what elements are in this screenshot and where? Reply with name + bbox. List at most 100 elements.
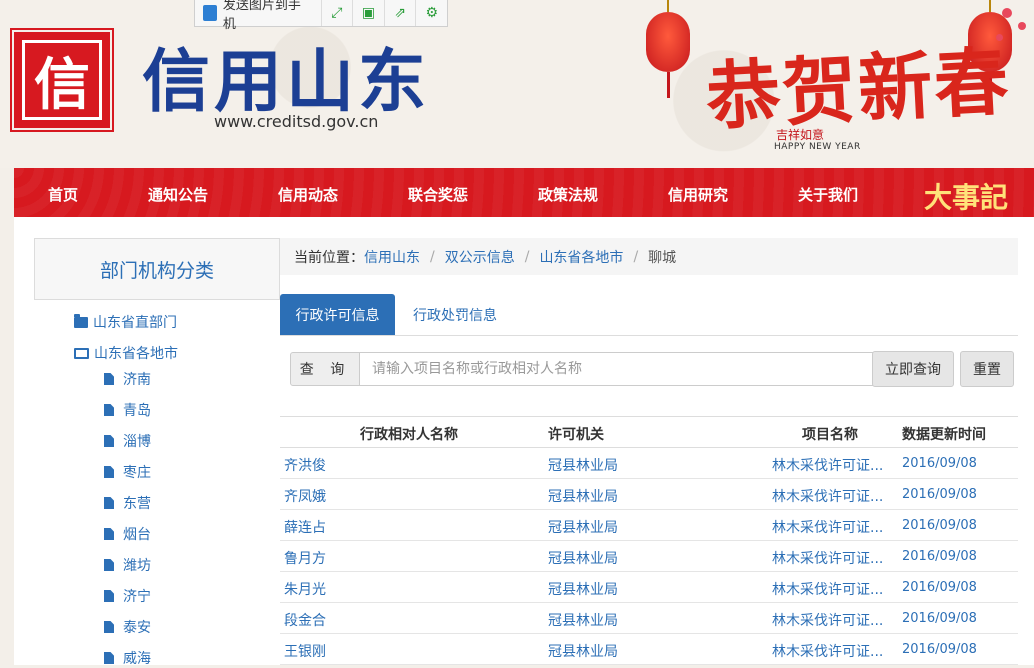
tab-license-info[interactable]: 行政许可信息 (280, 294, 395, 335)
cell-project[interactable]: 林木采伐许可证... (772, 579, 884, 599)
file-icon (104, 652, 114, 664)
cell-project[interactable]: 林木采伐许可证... (772, 641, 884, 661)
cell-date: 2016/09/08 (902, 642, 977, 657)
cell-authority[interactable]: 冠县林业局 (548, 641, 618, 661)
breadcrumb-link[interactable]: 山东省各地市 (539, 247, 623, 267)
tree-city-item[interactable]: 潍坊 (104, 555, 151, 575)
cell-date: 2016/09/08 (902, 518, 977, 533)
breadcrumb-link[interactable]: 信用山东 (364, 247, 420, 267)
nav-credit-research[interactable]: 信用研究 (668, 184, 728, 205)
city-label: 淄博 (123, 434, 151, 450)
city-label: 泰安 (123, 620, 151, 636)
tree-city-item[interactable]: 淄博 (104, 431, 151, 451)
cell-name[interactable]: 薛连占 (284, 517, 326, 537)
column-header: 项目名称 (802, 427, 858, 443)
cell-name[interactable]: 段金合 (284, 610, 326, 630)
logo-char: 信 (22, 40, 102, 120)
nav-home[interactable]: 首页 (48, 184, 78, 205)
tab-bar: 行政许可信息 行政处罚信息 (280, 294, 1018, 336)
search-input[interactable] (360, 352, 877, 386)
column-header: 行政相对人名称 (360, 427, 458, 443)
city-label: 威海 (123, 651, 151, 667)
cell-project[interactable]: 林木采伐许可证... (772, 610, 884, 630)
file-icon (104, 559, 114, 571)
tree-city-item[interactable]: 威海 (104, 648, 151, 668)
tree-city-item[interactable]: 烟台 (104, 524, 151, 544)
gear-icon[interactable]: ⚙ (416, 0, 447, 26)
sidebar-title: 部门机构分类 (34, 238, 280, 300)
search-bar: 查 询 (290, 352, 877, 386)
cell-project[interactable]: 林木采伐许可证... (772, 517, 884, 537)
tree-city-item[interactable]: 泰安 (104, 617, 151, 637)
cell-date: 2016/09/08 (902, 549, 977, 564)
main-nav: 首页 通知公告 信用动态 联合奖惩 政策法规 信用研究 关于我们 大事記 (14, 168, 1034, 217)
cell-authority[interactable]: 冠县林业局 (548, 455, 618, 475)
cell-date: 2016/09/08 (902, 456, 977, 471)
site-url: www.creditsd.gov.cn (214, 112, 379, 131)
new-year-banner-english: HAPPY NEW YEAR (774, 142, 861, 152)
results-table: 行政相对人名称 许可机关 项目名称 数据更新时间 齐洪俊 冠县林业局 林木采伐许… (280, 416, 1018, 665)
tree-city-item[interactable]: 济南 (104, 369, 151, 389)
cell-name[interactable]: 齐凤娥 (284, 486, 326, 506)
file-icon (104, 528, 114, 540)
cell-name[interactable]: 齐洪俊 (284, 455, 326, 475)
tree-group-label: 山东省直部门 (93, 315, 177, 331)
cell-authority[interactable]: 冠县林业局 (548, 610, 618, 630)
cell-name[interactable]: 王银刚 (284, 641, 326, 661)
cell-date: 2016/09/08 (902, 611, 977, 626)
table-header: 行政相对人名称 许可机关 项目名称 数据更新时间 (280, 416, 1018, 448)
tree-city-item[interactable]: 青岛 (104, 400, 151, 420)
tree-group-provincial[interactable]: 山东省直部门 (74, 312, 177, 332)
query-button[interactable]: 立即查询 (872, 351, 954, 387)
table-row: 朱月光 冠县林业局 林木采伐许可证... 2016/09/08 (280, 572, 1018, 603)
tree-group-label: 山东省各地市 (94, 346, 178, 362)
plum-blossom-icon (1018, 22, 1026, 30)
table-row: 王银刚 冠县林业局 林木采伐许可证... 2016/09/08 (280, 634, 1018, 665)
site-title[interactable]: 信用山东 (142, 26, 430, 125)
breadcrumb-link[interactable]: 双公示信息 (445, 247, 515, 267)
new-year-banner-title: 恭贺新春 (704, 39, 1013, 141)
save-icon[interactable]: ▣ (353, 0, 385, 26)
fullscreen-icon[interactable]: ⤢ (322, 0, 354, 26)
city-label: 枣庄 (123, 465, 151, 481)
lantern-icon (646, 0, 690, 98)
nav-policies[interactable]: 政策法规 (538, 184, 598, 205)
main-panel: 当前位置： 信用山东 / 双公示信息 / 山东省各地市 / 聊城 行政许可信息 … (280, 238, 1018, 665)
cell-name[interactable]: 朱月光 (284, 579, 326, 599)
cell-authority[interactable]: 冠县林业局 (548, 486, 618, 506)
nav-credit-news[interactable]: 信用动态 (278, 184, 338, 205)
table-row: 齐凤娥 冠县林业局 林木采伐许可证... 2016/09/08 (280, 479, 1018, 510)
city-label: 济宁 (123, 589, 151, 605)
nav-about-us[interactable]: 关于我们 (798, 184, 858, 205)
column-header: 许可机关 (548, 427, 604, 443)
table-row: 段金合 冠县林业局 林木采伐许可证... 2016/09/08 (280, 603, 1018, 634)
new-year-banner-subtitle: 吉祥如意 (776, 128, 825, 142)
cell-date: 2016/09/08 (902, 580, 977, 595)
tree-city-item[interactable]: 东营 (104, 493, 151, 513)
tree-city-item[interactable]: 枣庄 (104, 462, 151, 482)
nav-joint-rewards[interactable]: 联合奖惩 (408, 184, 468, 205)
tree-group-cities[interactable]: 山东省各地市 (74, 343, 178, 363)
tree-city-item[interactable]: 济宁 (104, 586, 151, 606)
site-logo-seal[interactable]: 信 (10, 28, 114, 132)
file-icon (104, 435, 114, 447)
send-to-phone-button[interactable]: 发送图片到手机 (195, 0, 322, 32)
sidebar: 部门机构分类 山东省直部门 山东省各地市 济南 青岛 淄博 枣庄 东营 烟台 潍… (34, 238, 280, 668)
cell-authority[interactable]: 冠县林业局 (548, 579, 618, 599)
reset-button[interactable]: 重置 (960, 351, 1014, 387)
plum-blossom-icon (1002, 8, 1012, 18)
cell-authority[interactable]: 冠县林业局 (548, 517, 618, 537)
cell-project[interactable]: 林木采伐许可证... (772, 548, 884, 568)
tab-penalty-info[interactable]: 行政处罚信息 (398, 294, 512, 335)
cell-name[interactable]: 鲁月方 (284, 548, 326, 568)
breadcrumb-separator: / (633, 248, 639, 265)
cell-authority[interactable]: 冠县林业局 (548, 548, 618, 568)
share-icon[interactable]: ⇗ (385, 0, 417, 26)
cell-project[interactable]: 林木采伐许可证... (772, 486, 884, 506)
nav-major-events[interactable]: 大事記 (924, 176, 1008, 216)
phone-image-icon (203, 5, 217, 21)
folder-icon (74, 313, 88, 328)
header-banner: 发送图片到手机 ⤢ ▣ ⇗ ⚙ 信 信用山东 www.creditsd.gov.… (0, 0, 1034, 168)
nav-notices[interactable]: 通知公告 (148, 184, 208, 205)
cell-project[interactable]: 林木采伐许可证... (772, 455, 884, 475)
